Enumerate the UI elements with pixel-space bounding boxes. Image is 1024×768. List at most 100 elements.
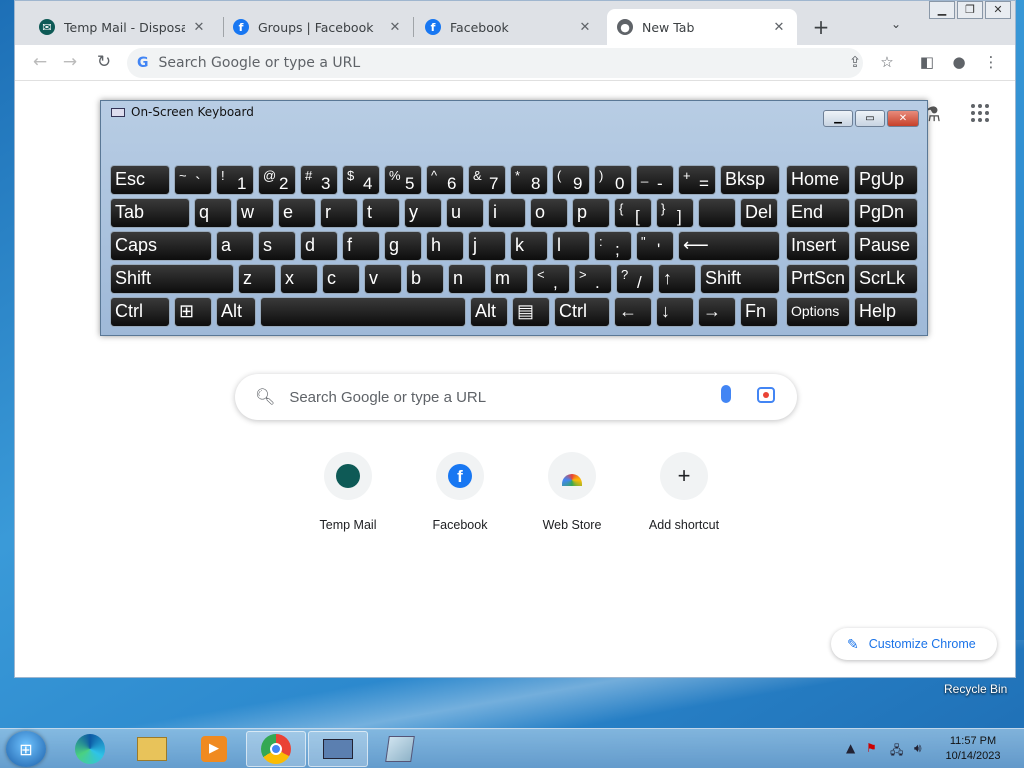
key-del[interactable]: Del <box>740 198 778 228</box>
key-options[interactable]: Options <box>786 297 850 327</box>
key-m[interactable]: m <box>490 264 528 294</box>
shortcut-facebook[interactable]: f Facebook <box>404 452 516 532</box>
key-l[interactable]: l <box>552 231 590 261</box>
key-e[interactable]: e <box>278 198 316 228</box>
key-help[interactable]: Help <box>854 297 918 327</box>
key-v[interactable]: v <box>364 264 402 294</box>
key-g[interactable]: g <box>384 231 422 261</box>
key-symbol[interactable]: :; <box>594 231 632 261</box>
key-r[interactable]: r <box>320 198 358 228</box>
key-j[interactable]: j <box>468 231 506 261</box>
key-symbol[interactable]: ~ ` <box>174 165 212 195</box>
key-pgup[interactable]: PgUp <box>854 165 918 195</box>
key-o[interactable]: o <box>530 198 568 228</box>
media-player-taskbar-icon[interactable]: ▶ <box>184 731 244 767</box>
key-7[interactable]: & 7 <box>468 165 506 195</box>
key-d[interactable]: d <box>300 231 338 261</box>
key-c[interactable]: c <box>322 264 360 294</box>
key-symbol[interactable] <box>260 297 466 327</box>
close-icon[interactable]: ✕ <box>191 20 207 35</box>
voice-search-icon[interactable] <box>721 385 731 403</box>
ntp-search-box[interactable]: 🔍︎ Search Google or type a URL <box>235 374 797 420</box>
key-4[interactable]: $4 <box>342 165 380 195</box>
key-pause[interactable]: Pause <box>854 231 918 261</box>
key-y[interactable]: y <box>404 198 442 228</box>
close-icon[interactable]: ✕ <box>577 20 593 35</box>
close-icon[interactable]: ✕ <box>387 20 403 35</box>
on-screen-keyboard-taskbar-icon[interactable] <box>308 731 368 767</box>
key-t[interactable]: t <box>362 198 400 228</box>
key-a[interactable]: a <box>216 231 254 261</box>
key-symbol[interactable]: ⊞ <box>174 297 212 327</box>
key-0[interactable]: ) 0 <box>594 165 632 195</box>
minimize-icon[interactable]: ▁ <box>929 1 955 19</box>
share-icon[interactable]: ⇪ <box>845 53 865 71</box>
key-symbol[interactable]: ⟵ <box>678 231 780 261</box>
restore-icon[interactable]: ❐ <box>957 1 983 19</box>
close-icon[interactable]: ✕ <box>887 110 919 127</box>
key-symbol[interactable]: ? / <box>616 264 654 294</box>
key-shift[interactable]: Shift <box>110 264 234 294</box>
minimize-icon[interactable]: ▁ <box>823 110 853 127</box>
key-symbol[interactable]: <, <box>532 264 570 294</box>
key-i[interactable]: i <box>488 198 526 228</box>
key-symbol[interactable]: {[ <box>614 198 652 228</box>
tab-search-chevron-icon[interactable]: ⌄ <box>891 17 901 31</box>
key-tab[interactable]: Tab <box>110 198 190 228</box>
key-9[interactable]: (9 <box>552 165 590 195</box>
key-home[interactable]: Home <box>786 165 850 195</box>
side-panel-icon[interactable]: ◧ <box>917 53 937 71</box>
key-end[interactable]: End <box>786 198 850 228</box>
key-insert[interactable]: Insert <box>786 231 850 261</box>
shortcut-add[interactable]: + Add shortcut <box>628 452 740 532</box>
key-alt[interactable]: Alt <box>216 297 256 327</box>
key-caps[interactable]: Caps <box>110 231 212 261</box>
key-symbol[interactable]: + = <box>678 165 716 195</box>
key-scrlk[interactable]: ScrLk <box>854 264 918 294</box>
action-center-flag-icon[interactable]: ⚑ <box>866 741 877 755</box>
key-prtscn[interactable]: PrtScn <box>786 264 850 294</box>
key-fn[interactable]: Fn <box>740 297 778 327</box>
key-p[interactable]: p <box>572 198 610 228</box>
key-ctrl[interactable]: Ctrl <box>110 297 170 327</box>
back-arrow-icon[interactable]: ← <box>29 52 51 72</box>
key-b[interactable]: b <box>406 264 444 294</box>
recycle-bin-label[interactable]: Recycle Bin <box>944 682 1007 696</box>
key-esc[interactable]: Esc <box>110 165 170 195</box>
key-1[interactable]: ! 1 <box>216 165 254 195</box>
key-2[interactable]: @2 <box>258 165 296 195</box>
shortcut-temp-mail[interactable]: Temp Mail <box>292 452 404 532</box>
profile-avatar-icon[interactable]: ● <box>949 53 969 71</box>
key-h[interactable]: h <box>426 231 464 261</box>
key-u[interactable]: u <box>446 198 484 228</box>
key-symbol[interactable]: ↑ <box>658 264 696 294</box>
edge-taskbar-icon[interactable] <box>60 731 120 767</box>
start-button-windows-icon[interactable]: ⊞ <box>6 731 46 767</box>
key-x[interactable]: x <box>280 264 318 294</box>
key-w[interactable]: w <box>236 198 274 228</box>
key-ctrl[interactable]: Ctrl <box>554 297 610 327</box>
bookmark-star-icon[interactable]: ☆ <box>877 53 897 71</box>
volume-icon[interactable]: 🔊︎ <box>914 741 922 756</box>
kebab-menu-icon[interactable]: ⋮ <box>981 53 1001 71</box>
key-6[interactable]: ^ 6 <box>426 165 464 195</box>
key-3[interactable]: #3 <box>300 165 338 195</box>
file-explorer-taskbar-icon[interactable] <box>122 731 182 767</box>
key-n[interactable]: n <box>448 264 486 294</box>
chrome-taskbar-icon[interactable] <box>246 731 306 767</box>
tab-groups-facebook[interactable]: f Groups | Facebook ✕ <box>223 9 413 45</box>
key-symbol[interactable]: ↓ <box>656 297 694 327</box>
google-lens-icon[interactable] <box>757 387 775 403</box>
key-symbol[interactable]: ← <box>614 297 652 327</box>
key-symbol[interactable]: " ' <box>636 231 674 261</box>
key-symbol[interactable]: → <box>698 297 736 327</box>
new-tab-plus-icon[interactable]: + <box>811 15 831 39</box>
key-k[interactable]: k <box>510 231 548 261</box>
maximize-icon[interactable]: ▭ <box>855 110 885 127</box>
key-f[interactable]: f <box>342 231 380 261</box>
key-5[interactable]: % 5 <box>384 165 422 195</box>
taskbar-clock[interactable]: 11:57 PM 10/14/2023 <box>938 734 1008 764</box>
show-hidden-icons-chevron-icon[interactable]: ▲ <box>846 741 855 755</box>
network-icon[interactable]: 🖧︎ <box>890 741 903 762</box>
key-s[interactable]: s <box>258 231 296 261</box>
